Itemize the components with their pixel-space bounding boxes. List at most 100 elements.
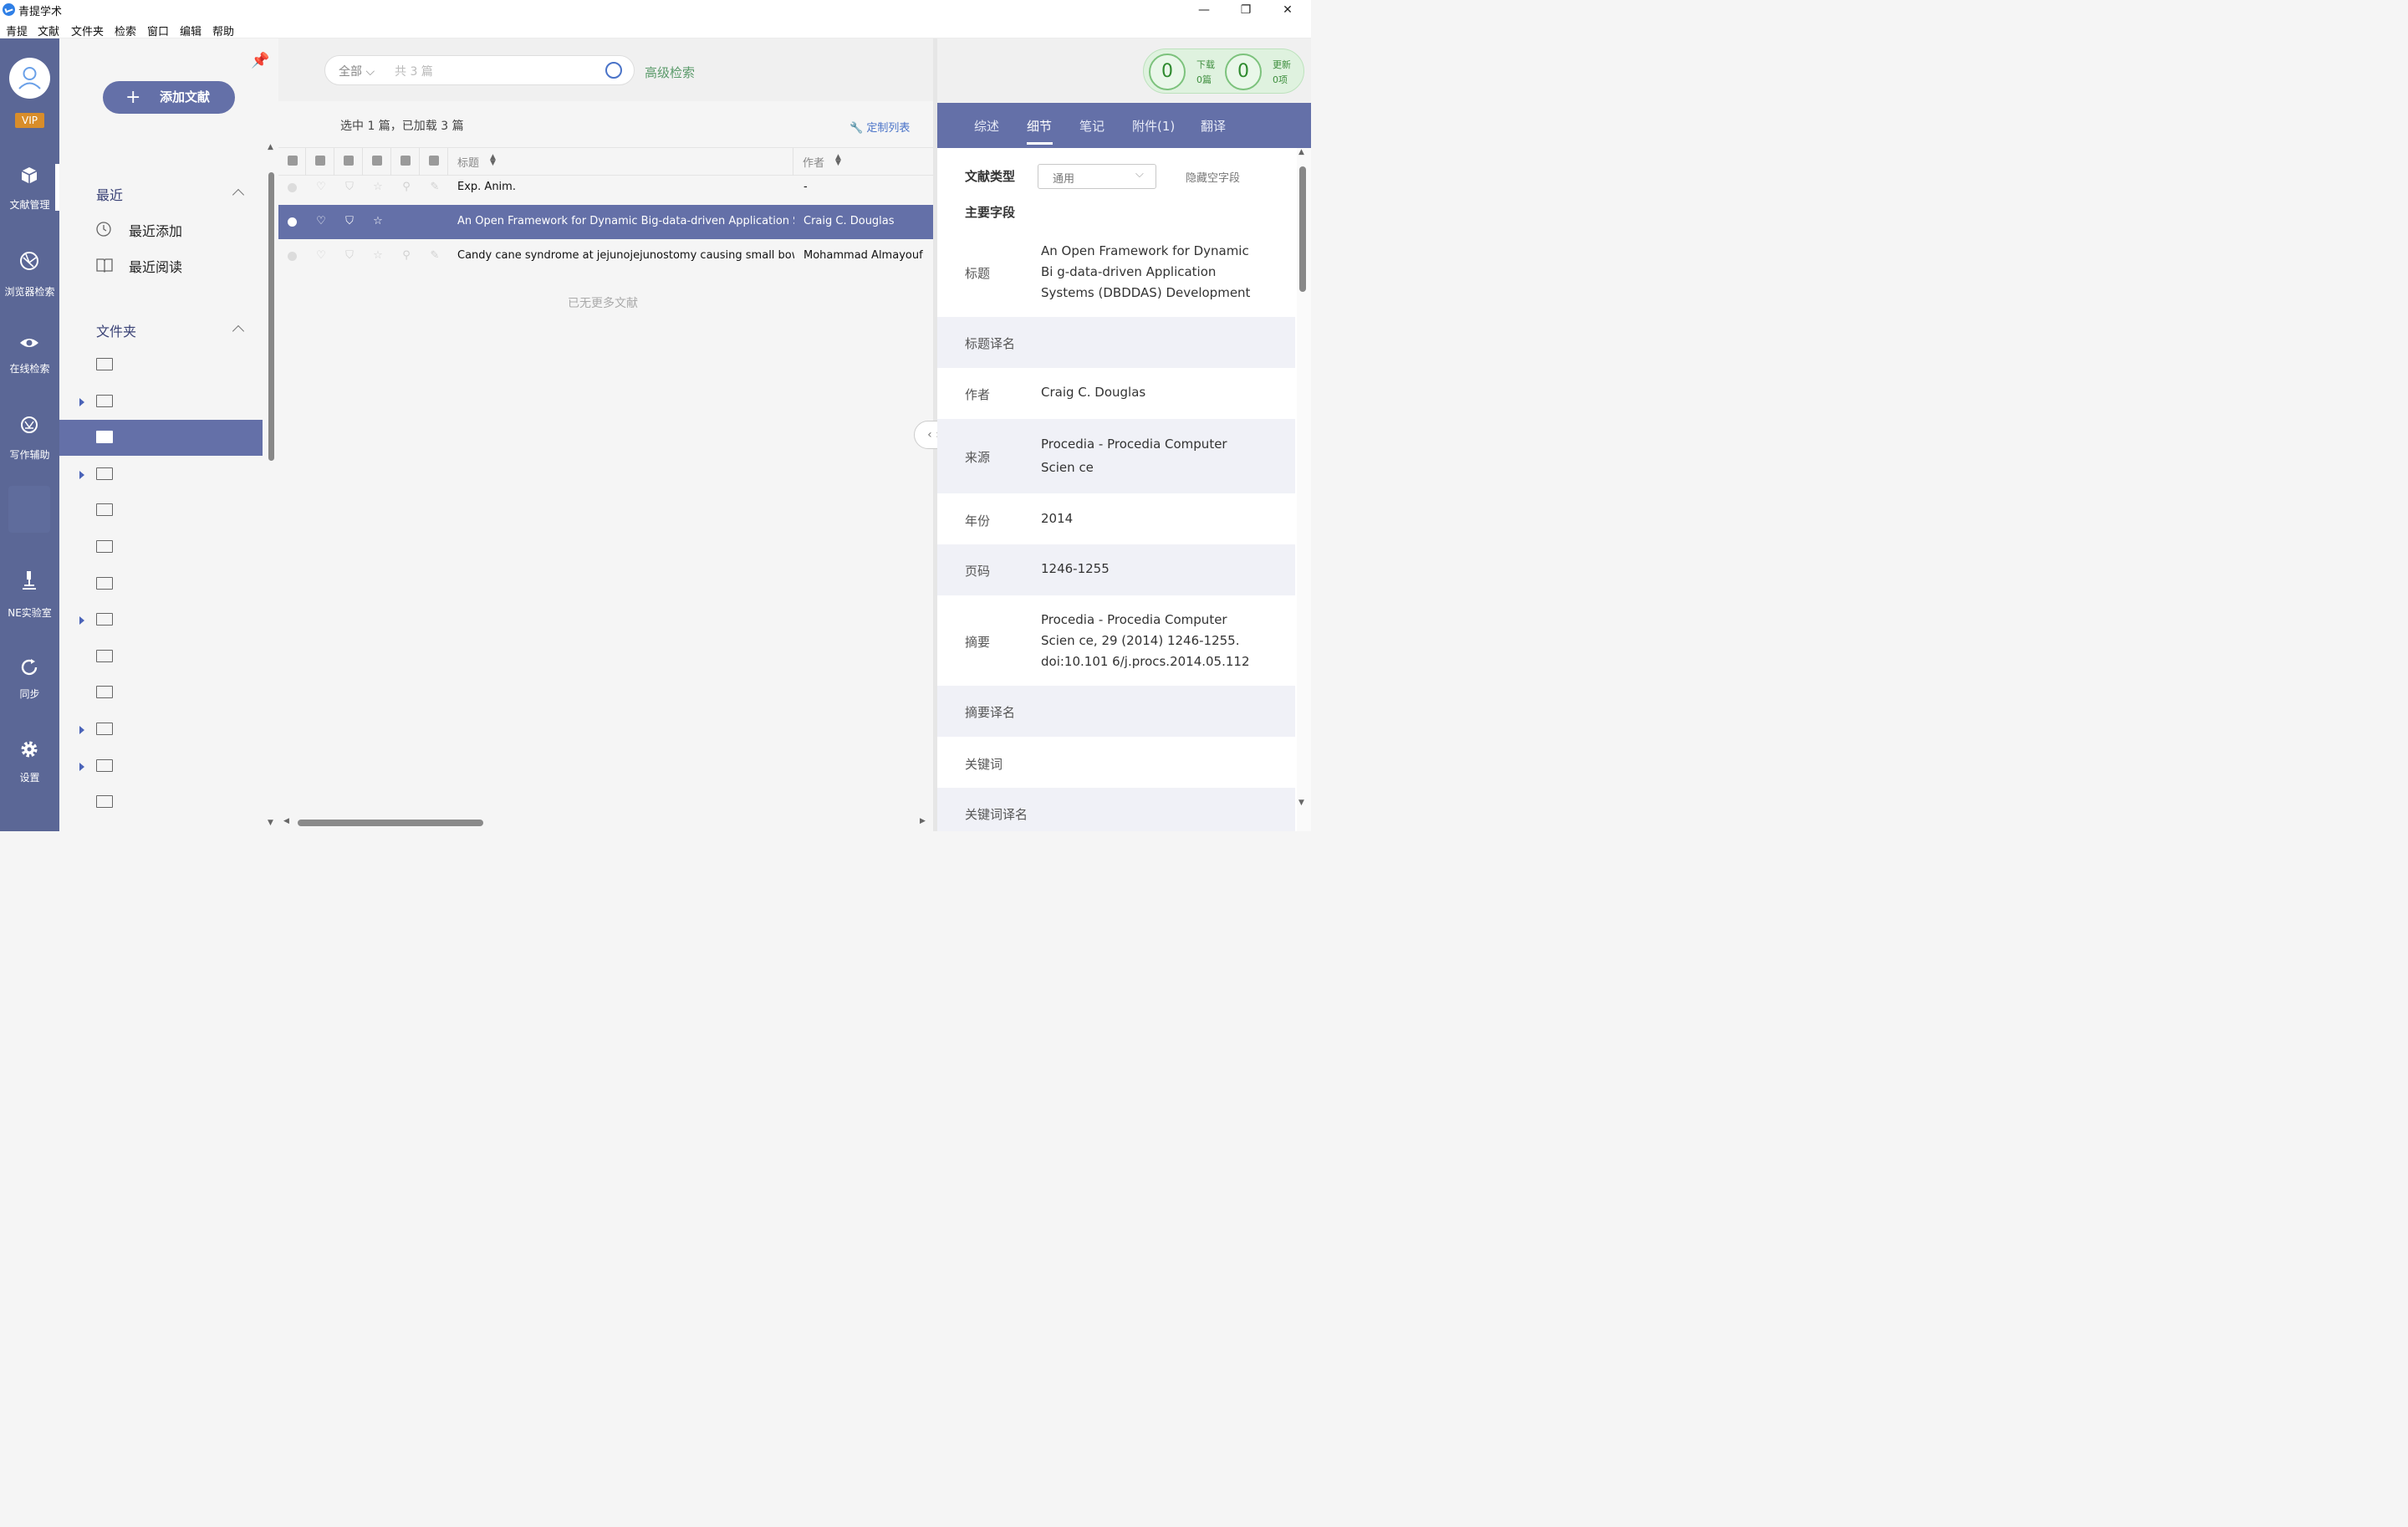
minimize-button[interactable]: — (1185, 0, 1223, 20)
tab-translate[interactable]: 翻译 (1201, 117, 1226, 135)
folder-icon[interactable] (96, 431, 113, 444)
read-status-dot[interactable] (288, 252, 297, 261)
table-row[interactable]: ♡ ⛉ ☆ ⚲ ✎ Candy cane syndrome at jejunojejuno… (278, 239, 933, 273)
bookmark-icon[interactable]: ⛉ (344, 216, 355, 227)
maximize-button[interactable]: ❐ (1227, 0, 1265, 20)
scroll-down-arrow[interactable]: ▼ (268, 819, 273, 827)
close-button[interactable]: ✕ (1268, 0, 1307, 20)
pencil-icon[interactable]: ✎ (429, 250, 441, 262)
advanced-search-link[interactable]: 高级检索 (645, 64, 695, 81)
field-value-author[interactable]: Craig C. Douglas (1041, 382, 1258, 403)
heart-icon[interactable]: ♡ (315, 250, 327, 262)
field-row-abstract-translation[interactable]: 摘要译名 (937, 686, 1295, 737)
tab-notes[interactable]: 笔记 (1079, 117, 1105, 135)
scroll-up-arrow[interactable]: ▲ (268, 143, 273, 151)
nav-item-writing-assist[interactable]: 写作辅助 (0, 415, 59, 482)
scroll-right-arrow[interactable]: ▶ (920, 817, 926, 825)
menu-item-qingti[interactable]: 青提 (6, 23, 28, 38)
expand-arrow-icon[interactable] (79, 470, 84, 479)
star-icon[interactable]: ☆ (372, 250, 384, 262)
horizontal-scrollbar[interactable]: ◀ ▶ (278, 815, 933, 831)
menu-item-edit[interactable]: 编辑 (180, 23, 202, 38)
folder-icon[interactable] (96, 576, 113, 590)
field-value-title[interactable]: An Open Framework for Dynamic Bi g-data-… (1041, 241, 1258, 304)
scroll-down-arrow[interactable]: ▼ (1298, 799, 1304, 807)
nav-item-online-search[interactable]: 在线检索 (0, 331, 59, 398)
field-value-abstract[interactable]: Procedia - Procedia Computer Scien ce, 2… (1041, 610, 1258, 672)
download-sub: 0篇 (1196, 74, 1212, 85)
heart-icon[interactable]: ♡ (315, 216, 327, 227)
star-icon[interactable]: ☆ (372, 181, 384, 193)
sidebar-scrollbar[interactable]: ▲ ▼ (266, 143, 276, 831)
menu-item-folder[interactable]: 文件夹 (71, 23, 104, 38)
hide-empty-fields-link[interactable]: 隐藏空字段 (1186, 169, 1240, 185)
nav-item-browser-search[interactable]: 浏览器检索 (0, 249, 59, 316)
table-row[interactable]: ♡⛉☆⚲✎An Open Framework for Dynamic Big-d… (278, 205, 933, 239)
search-input[interactable]: 共 3 篇 (395, 63, 433, 79)
folder-icon[interactable] (96, 358, 113, 370)
bookmark-icon[interactable]: ⛉ (344, 181, 355, 193)
task-counters[interactable]: 0 下载 0篇 0 更新 0项 (1143, 49, 1304, 94)
detail-panel: 0 下载 0篇 0 更新 0项 综述 细节 笔记 附件(1) 翻译 文献类型 通… (937, 38, 1311, 831)
expand-arrow-icon[interactable] (79, 616, 84, 626)
folder-icon[interactable] (96, 723, 113, 735)
expand-arrow-icon[interactable] (79, 397, 84, 406)
expand-arrow-icon[interactable] (79, 726, 84, 734)
scroll-thumb[interactable] (268, 172, 274, 461)
menu-item-search[interactable]: 检索 (115, 23, 136, 38)
menu-item-literature[interactable]: 文献 (38, 23, 59, 38)
field-row-title-translation[interactable]: 标题译名 (937, 317, 1295, 368)
folder-icon[interactable] (96, 394, 113, 407)
field-value-year[interactable]: 2014 (1041, 508, 1258, 529)
folder-icon[interactable] (96, 540, 113, 553)
folder-icon[interactable] (96, 649, 113, 662)
detail-scrollbar[interactable]: ▲ ▼ (1295, 148, 1311, 813)
add-literature-button[interactable]: + 添加文献 (103, 81, 235, 114)
scroll-thumb[interactable] (1299, 166, 1306, 292)
folder-icon[interactable] (96, 758, 113, 772)
pencil-icon[interactable]: ✎ (429, 181, 441, 193)
nav-item-literature[interactable]: 文献管理 (0, 164, 59, 231)
search-scope-dropdown[interactable]: 全部 ⌵ (339, 63, 375, 79)
tab-details[interactable]: 细节 (1027, 117, 1052, 135)
user-icon (18, 67, 41, 89)
wrench-icon: 🔧 (849, 122, 864, 135)
folder-icon[interactable] (96, 467, 113, 480)
tab-attachments[interactable]: 附件(1) (1132, 117, 1175, 135)
bookmark-icon[interactable]: ⛉ (344, 250, 355, 262)
table-row[interactable]: ♡ ⛉ ☆ ⚲ ✎ Exp. Anim. - (278, 171, 933, 205)
folder-icon[interactable] (96, 795, 113, 809)
tab-overview[interactable]: 综述 (974, 117, 999, 135)
customize-list-link[interactable]: 🔧 定制列表 (849, 119, 910, 135)
scroll-up-arrow[interactable]: ▲ (1298, 148, 1304, 156)
nav-item-sync[interactable]: 同步 (0, 657, 59, 724)
paperclip-icon[interactable]: ⚲ (400, 250, 412, 262)
collapse-folders-icon[interactable] (232, 324, 245, 338)
paperclip-icon[interactable]: ⚲ (400, 181, 412, 193)
type-select[interactable]: 通用 ⌵ (1038, 164, 1156, 189)
folder-icon[interactable] (96, 503, 113, 517)
field-label-keywords[interactable]: 关键词 (965, 755, 1002, 773)
pin-icon[interactable]: 📌 (251, 52, 269, 69)
scroll-left-arrow[interactable]: ◀ (283, 817, 289, 825)
folder-icon[interactable] (96, 613, 113, 626)
nav-item-settings[interactable]: 设置 (0, 739, 59, 806)
avatar[interactable] (9, 58, 50, 99)
field-row-keywords-translation[interactable]: 关键词译名 (937, 788, 1295, 831)
search-box[interactable]: 全部 ⌵ 共 3 篇 (324, 55, 635, 85)
scroll-thumb[interactable] (298, 820, 483, 826)
menu-item-window[interactable]: 窗口 (147, 23, 169, 38)
menu-item-help[interactable]: 帮助 (212, 23, 234, 38)
nav-item-ne-lab[interactable]: NE实验室 (0, 569, 59, 636)
field-row-pages[interactable]: 页码 1246-1255 (937, 544, 1295, 595)
star-icon[interactable]: ☆ (372, 216, 384, 227)
read-status-dot[interactable] (288, 217, 297, 227)
field-row-source[interactable]: 来源 Procedia - Procedia Computer Scien ce (937, 419, 1295, 493)
expand-arrow-icon[interactable] (79, 762, 84, 771)
nav-label: NE实验室 (8, 607, 52, 619)
search-icon[interactable] (605, 62, 622, 79)
read-status-dot[interactable] (288, 183, 297, 192)
folder-icon[interactable] (96, 686, 113, 699)
heart-icon[interactable]: ♡ (315, 181, 327, 193)
collapse-recent-icon[interactable] (232, 188, 245, 202)
